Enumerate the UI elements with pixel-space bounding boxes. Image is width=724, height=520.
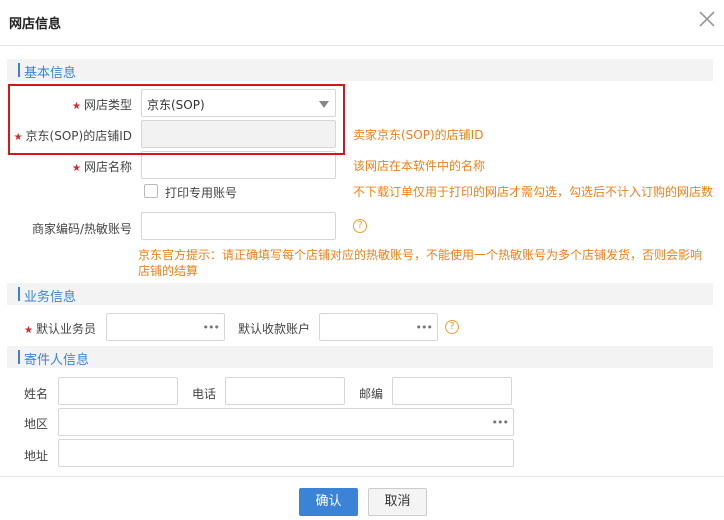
more-icon[interactable]: ••• (203, 321, 220, 334)
store-type-select[interactable]: 京东(SOP) (141, 89, 336, 117)
required-marker: ★ (72, 163, 81, 174)
help-icon[interactable]: ? (445, 320, 459, 334)
dialog-title: 网店信息 (9, 17, 62, 32)
required-marker: ★ (24, 325, 33, 336)
merchant-tip-line2: 店铺的结算 (138, 264, 199, 278)
sender-name-input[interactable] (58, 377, 178, 405)
merchant-code-label: 商家编码/热敏账号 (31, 222, 132, 236)
salesperson-label: ★ 默认业务员 (24, 322, 96, 336)
sender-address-label: 地址 (24, 449, 49, 463)
sender-postcode-label: 邮编 (359, 387, 384, 401)
store-id-label: ★ 京东(SOP)的店铺ID (13, 129, 132, 143)
sender-postcode-input[interactable] (392, 377, 512, 405)
section-basic-info: 基本信息 (7, 59, 713, 81)
cancel-button[interactable]: 取消 (368, 488, 427, 516)
section-sender-info: 寄件人信息 (7, 346, 713, 368)
store-id-hint: 卖家京东(SOP)的店铺ID (353, 128, 484, 142)
sender-name-label: 姓名 (24, 387, 49, 401)
close-icon[interactable] (696, 8, 718, 30)
help-icon[interactable]: ? (353, 219, 367, 233)
store-type-label: ★ 网店类型 (72, 98, 132, 112)
section-title: 业务信息 (24, 290, 77, 305)
salesperson-picker[interactable]: ••• (106, 313, 225, 341)
required-marker: ★ (72, 101, 81, 112)
merchant-code-input[interactable] (141, 212, 336, 240)
store-name-hint: 该网店在本软件中的名称 (353, 159, 486, 173)
store-id-input[interactable] (141, 120, 336, 148)
section-title: 基本信息 (24, 66, 77, 81)
print-only-label: 打印专用账号 (165, 186, 238, 200)
account-picker[interactable]: ••• (319, 313, 438, 341)
more-icon[interactable]: ••• (492, 416, 509, 429)
required-marker: ★ (13, 132, 23, 143)
dropdown-arrow-icon (319, 101, 329, 108)
sender-phone-input[interactable] (225, 377, 345, 405)
sender-region-label: 地区 (24, 417, 49, 431)
print-only-hint: 不下载订单仅用于打印的网店才需勾选，勾选后不计入订购的网店数 (353, 185, 714, 199)
store-name-input[interactable] (141, 151, 336, 179)
confirm-button[interactable]: 确认 (299, 488, 358, 516)
store-info-dialog: 网店信息 基本信息 ★ 网店类型 京东(SOP) ★ 京东(SOP)的店铺ID 卖家… (0, 0, 724, 520)
dialog-footer: 确认 取消 (0, 476, 724, 520)
sender-address-input[interactable] (58, 439, 514, 467)
section-business-info: 业务信息 (7, 283, 713, 305)
store-type-value: 京东(SOP) (147, 98, 205, 112)
store-name-label: ★ 网店名称 (72, 160, 132, 174)
sender-phone-label: 电话 (192, 387, 217, 401)
account-label: 默认收款账户 (238, 322, 311, 336)
merchant-tip-line1: 京东官方提示：请正确填写每个店铺对应的热敏账号，不能使用一个热敏账号为多个店铺发… (138, 248, 703, 262)
print-only-checkbox[interactable] (144, 184, 158, 198)
more-icon[interactable]: ••• (416, 321, 433, 334)
dialog-header: 网店信息 (0, 0, 724, 46)
section-title: 寄件人信息 (24, 353, 90, 368)
sender-region-picker[interactable]: ••• (58, 408, 514, 436)
